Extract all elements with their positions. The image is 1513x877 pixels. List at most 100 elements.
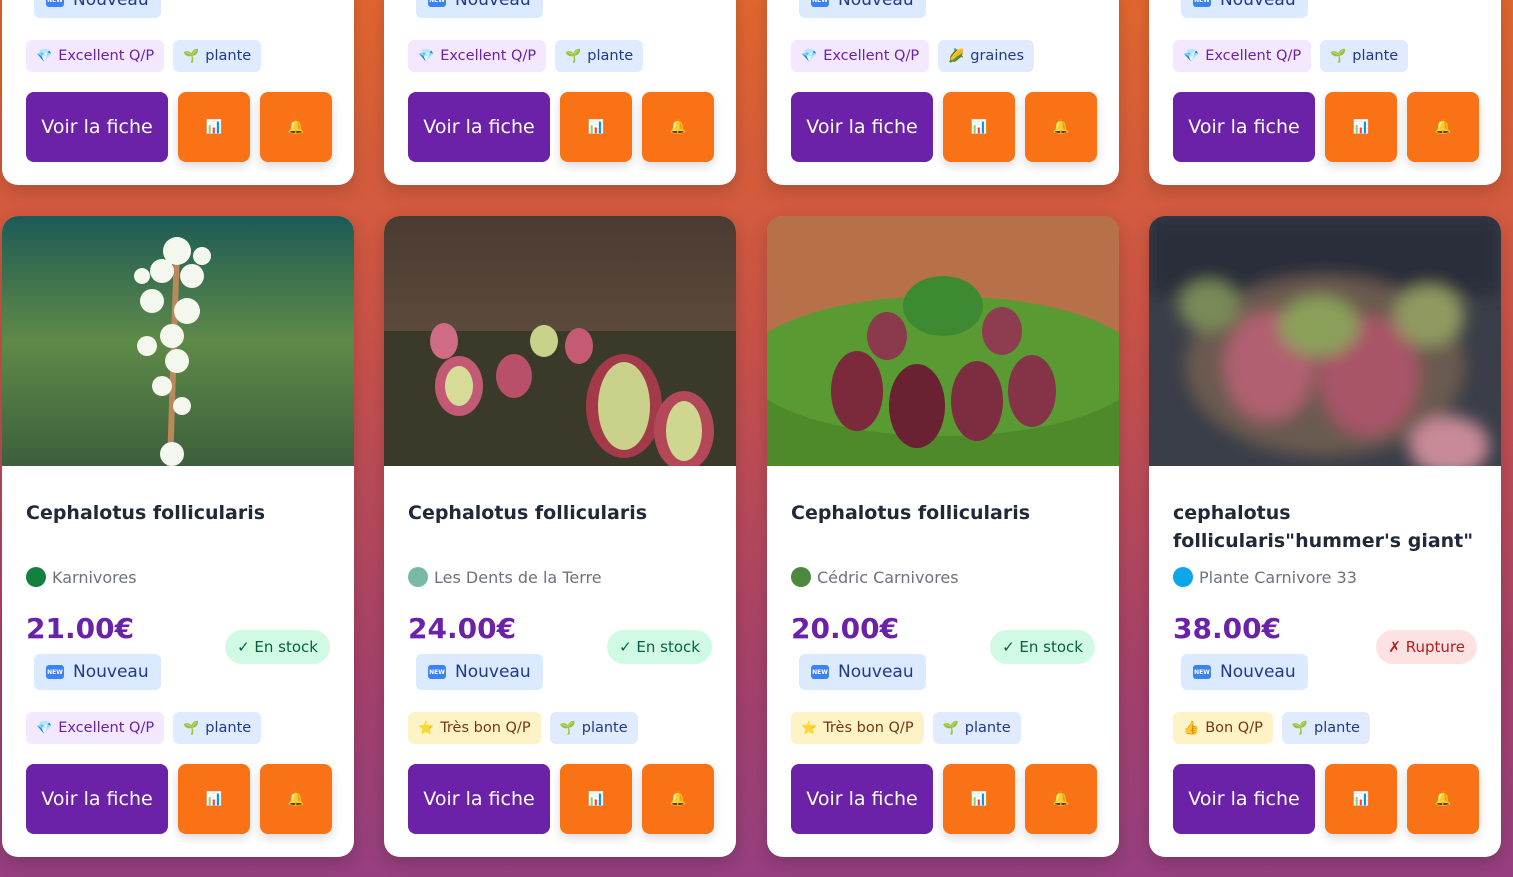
view-details-button[interactable]: Voir la fiche [408,764,550,834]
product-title[interactable]: Cephalotus follicularis [26,499,336,527]
value-tag-label: Excellent Q/P [823,48,920,64]
product-card: NEW Nouveau 💎 Excellent Q/P 🌽 graines Voir … [767,0,1119,185]
seedling-icon: 🌱 [183,720,200,736]
product-card: Cephalotus follicularis Cédric Carnivore… [767,216,1119,857]
card-actions: Voir la fiche 📊 🔔 [791,92,1097,162]
star-icon: ⭐ [801,720,818,736]
product-card: NEW Nouveau 💎 Excellent Q/P 🌱 plante Voir l… [384,0,736,185]
product-image[interactable] [384,216,736,466]
product-image[interactable] [1149,216,1501,466]
stats-button[interactable]: 📊 [178,764,250,834]
card-actions: Voir la fiche 📊 🔔 [791,764,1097,834]
tag-list: 👍 Bon Q/P 🌱 plante [1173,712,1370,744]
new-badge: NEW Nouveau [416,0,543,18]
seedling-icon: 🌱 [559,720,576,736]
bell-icon: 🔔 [669,791,687,806]
tag-list: 💎 Excellent Q/P 🌽 graines [791,40,1035,72]
seller-info: Cédric Carnivores [791,567,959,587]
bar-chart-icon: 📊 [587,791,605,806]
value-tag: 💎 Excellent Q/P [26,40,165,72]
view-details-button[interactable]: Voir la fiche [791,764,933,834]
card-actions: Voir la fiche 📊 🔔 [1173,764,1479,834]
bar-chart-icon: 📊 [205,791,223,806]
product-title[interactable]: Cephalotus follicularis [408,499,718,527]
type-tag-label: plante [1314,720,1360,736]
stats-button[interactable]: 📊 [178,92,250,162]
stats-button[interactable]: 📊 [943,92,1015,162]
stock-badge: ✗ Rupture [1376,630,1477,664]
seller-name[interactable]: Plante Carnivore 33 [1199,568,1357,587]
value-tag-label: Bon Q/P [1205,720,1263,736]
seedling-icon: 🌱 [1291,720,1309,736]
new-badge-label: Nouveau [1220,0,1296,10]
new-badge-label: Nouveau [1220,662,1296,682]
value-tag: 👍 Bon Q/P [1173,712,1273,744]
alert-button[interactable]: 🔔 [260,92,332,162]
stats-button[interactable]: 📊 [1325,92,1397,162]
view-details-button[interactable]: Voir la fiche [26,92,168,162]
bell-icon: 🔔 [1434,119,1452,134]
type-tag-label: plante [205,48,252,64]
alert-button[interactable]: 🔔 [642,764,714,834]
tag-list: 💎 Excellent Q/P 🌱 plante [408,40,644,72]
seller-logo [26,567,46,587]
seller-name[interactable]: Les Dents de la Terre [434,568,602,587]
new-icon: NEW [1193,665,1211,679]
alert-button[interactable]: 🔔 [1025,764,1097,834]
value-tag-label: Excellent Q/P [58,720,155,736]
type-tag-label: plante [964,720,1011,736]
bar-chart-icon: 📊 [205,119,223,134]
product-price: 21.00€ [26,612,135,645]
value-tag-label: Excellent Q/P [1205,48,1302,64]
stats-button[interactable]: 📊 [943,764,1015,834]
value-tag: ⭐ Très bon Q/P [791,712,924,744]
bell-icon: 🔔 [287,791,305,806]
stats-button[interactable]: 📊 [1325,764,1397,834]
seller-name[interactable]: Cédric Carnivores [817,568,959,587]
bar-chart-icon: 📊 [1352,791,1370,806]
alert-button[interactable]: 🔔 [642,92,714,162]
alert-button[interactable]: 🔔 [1025,92,1097,162]
stats-button[interactable]: 📊 [560,92,632,162]
view-details-button[interactable]: Voir la fiche [791,92,933,162]
new-badge: NEW Nouveau [1181,0,1308,18]
seller-name[interactable]: Karnivores [52,568,137,587]
alert-button[interactable]: 🔔 [1407,764,1479,834]
tag-list: ⭐ Très bon Q/P 🌱 plante [408,712,638,744]
new-badge: NEW Nouveau [1181,654,1308,690]
view-details-button[interactable]: Voir la fiche [1173,764,1315,834]
thumbs-up-icon: 👍 [1183,720,1200,736]
product-price: 38.00€ [1173,612,1282,645]
product-image[interactable] [2,216,354,466]
new-badge: NEW Nouveau [34,654,161,690]
new-icon: NEW [1193,0,1211,7]
card-actions: Voir la fiche 📊 🔔 [408,764,714,834]
star-icon: ⭐ [418,720,435,736]
corn-icon: 🌽 [948,48,965,64]
seller-logo [1173,567,1193,587]
bell-icon: 🔔 [1434,791,1452,806]
stats-button[interactable]: 📊 [560,764,632,834]
alert-button[interactable]: 🔔 [1407,92,1479,162]
value-tag-label: Excellent Q/P [440,48,537,64]
product-title[interactable]: Cephalotus follicularis [791,499,1101,527]
product-card: Cephalotus follicularis Les Dents de la … [384,216,736,857]
seller-logo [408,567,428,587]
new-icon: NEW [811,0,829,7]
view-details-button[interactable]: Voir la fiche [26,764,168,834]
bar-chart-icon: 📊 [970,119,988,134]
view-details-button[interactable]: Voir la fiche [1173,92,1315,162]
product-title[interactable]: cephalotus follicularis"hummer's giant" [1173,499,1483,555]
seller-info: Karnivores [26,567,137,587]
value-tag-label: Très bon Q/P [823,720,914,736]
new-icon: NEW [46,665,64,679]
product-image[interactable] [767,216,1119,466]
bar-chart-icon: 📊 [1352,119,1370,134]
alert-button[interactable]: 🔔 [260,764,332,834]
value-tag-label: Excellent Q/P [58,48,155,64]
value-tag: 💎 Excellent Q/P [791,40,930,72]
new-icon: NEW [811,665,829,679]
view-details-button[interactable]: Voir la fiche [408,92,550,162]
new-badge-label: Nouveau [73,662,149,682]
value-tag: 💎 Excellent Q/P [1173,40,1312,72]
